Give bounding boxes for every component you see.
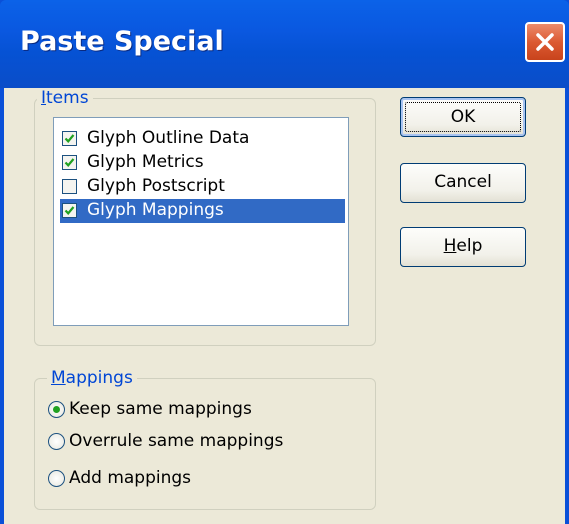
checkbox-glyph-postscript[interactable] [62, 179, 77, 194]
items-listbox[interactable]: Glyph Outline Data Glyph Metrics Glyph P… [53, 117, 349, 326]
radio-button[interactable] [48, 401, 65, 418]
cancel-button-label: Cancel [434, 172, 492, 192]
help-button[interactable]: Help [400, 227, 526, 267]
radio-selected-dot [53, 406, 60, 413]
list-item-label: Glyph Metrics [87, 152, 204, 172]
checkmark-icon [64, 158, 75, 167]
cancel-button[interactable]: Cancel [400, 163, 526, 203]
list-item-label: Glyph Outline Data [87, 128, 250, 148]
radio-label: Add mappings [69, 468, 192, 488]
list-item-glyph-outline-data[interactable]: Glyph Outline Data [60, 127, 345, 151]
list-item-glyph-mappings[interactable]: Glyph Mappings [60, 199, 345, 223]
list-item-glyph-postscript[interactable]: Glyph Postscript [60, 175, 345, 199]
radio-button[interactable] [48, 433, 65, 450]
list-item-label: Glyph Mappings [87, 200, 224, 220]
dialog-title: Paste Special [20, 26, 224, 57]
items-group-legend: Items [37, 88, 93, 108]
ok-button-label: OK [405, 102, 521, 132]
mappings-group-legend: Mappings [47, 368, 137, 388]
checkmark-icon [64, 206, 75, 215]
checkbox-glyph-outline-data[interactable] [62, 131, 77, 146]
help-button-label: Help [443, 236, 483, 256]
list-item-glyph-metrics[interactable]: Glyph Metrics [60, 151, 345, 175]
title-bar[interactable]: Paste Special [0, 0, 569, 88]
close-button[interactable] [525, 22, 565, 62]
radio-label: Keep same mappings [69, 399, 252, 419]
checkbox-glyph-mappings[interactable] [62, 203, 77, 218]
radio-label: Overrule same mappings [69, 431, 284, 451]
radio-button[interactable] [48, 470, 65, 487]
list-item-label: Glyph Postscript [87, 176, 225, 196]
close-icon [536, 33, 554, 51]
checkmark-icon [64, 134, 75, 143]
ok-button[interactable]: OK [400, 97, 526, 137]
checkbox-glyph-metrics[interactable] [62, 155, 77, 170]
